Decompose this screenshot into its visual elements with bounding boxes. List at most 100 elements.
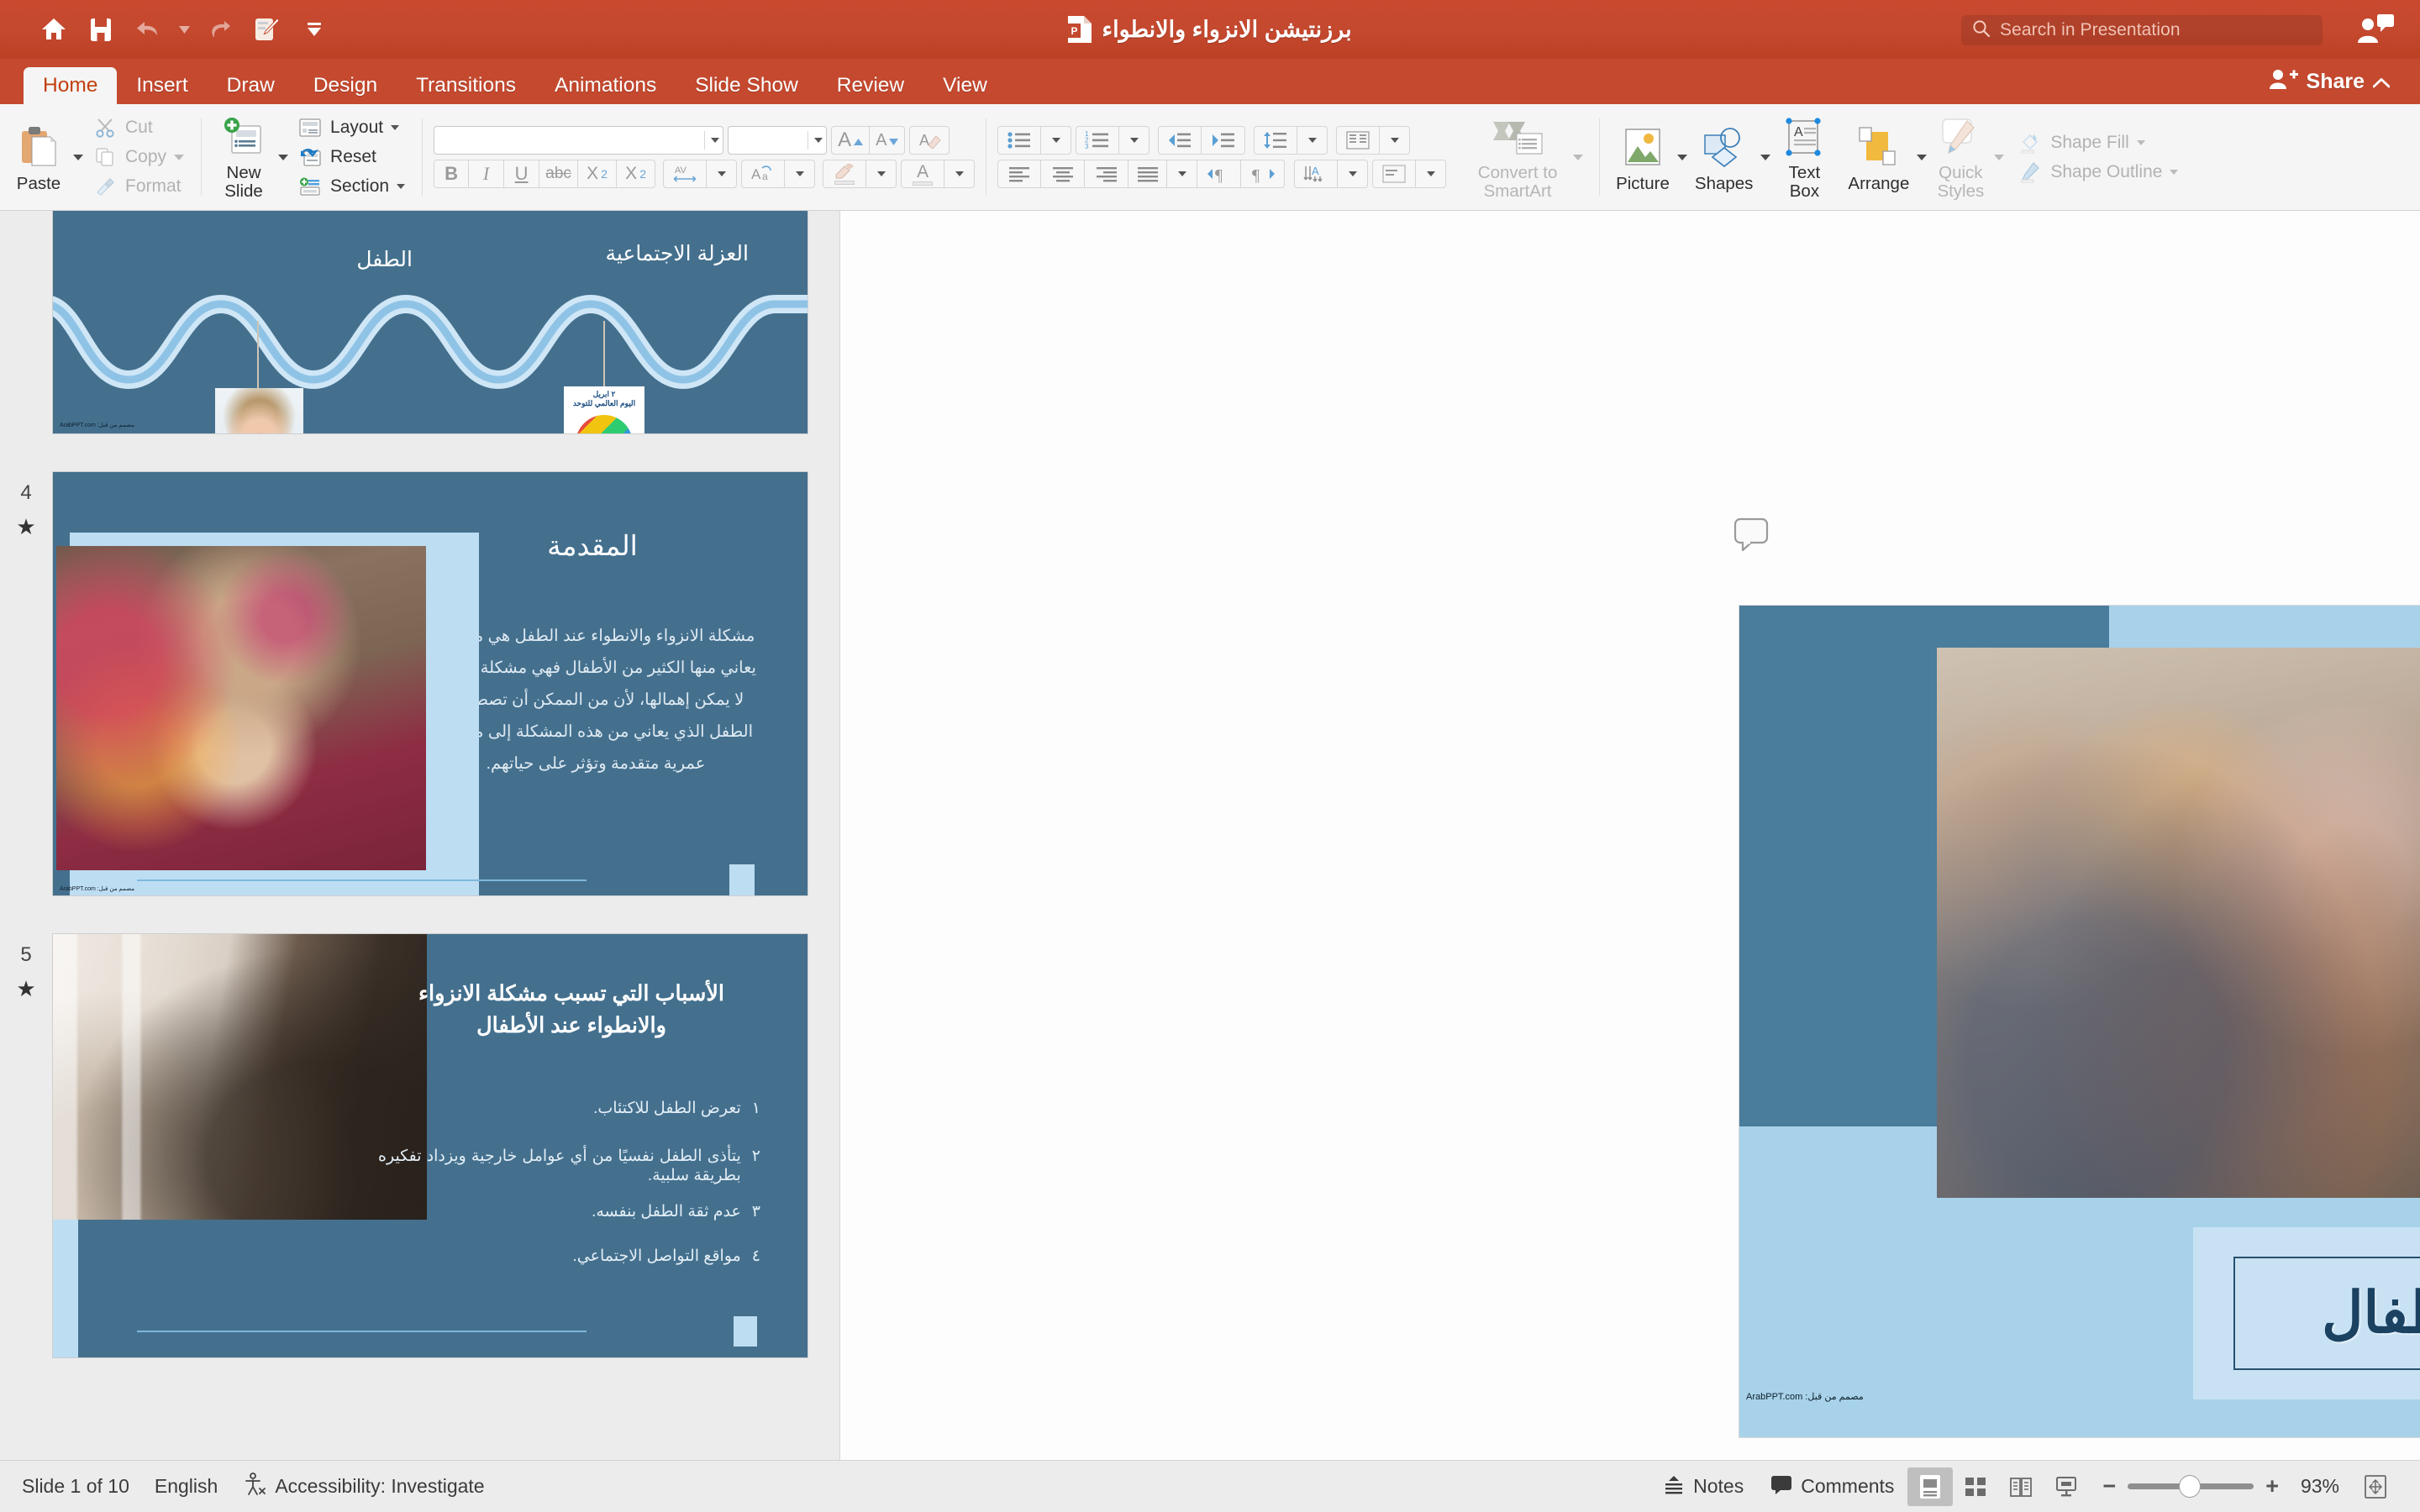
layout-button[interactable]: Layout — [292, 114, 411, 142]
cut-button[interactable]: Cut — [87, 114, 190, 142]
paste-button[interactable]: Paste — [8, 110, 70, 204]
start-inking-icon[interactable] — [245, 8, 289, 50]
shape-outline-button[interactable]: Shape Outline — [2012, 158, 2184, 186]
redo-icon[interactable] — [198, 8, 242, 50]
section-button[interactable]: Section — [292, 173, 411, 201]
smartart-dropdown[interactable] — [1568, 110, 1588, 204]
tab-animations[interactable]: Animations — [535, 67, 676, 104]
numbering-button[interactable]: 123 — [1076, 126, 1120, 155]
comment-icon[interactable] — [1733, 517, 1772, 557]
shape-outline-dropdown-icon[interactable] — [2170, 169, 2179, 175]
change-case-button[interactable]: Aa — [741, 160, 786, 188]
convert-to-smartart-button[interactable]: Convert to SmartArt — [1467, 110, 1568, 204]
copy-dropdown-icon[interactable] — [174, 154, 185, 160]
tab-slide-show[interactable]: Slide Show — [676, 67, 818, 104]
align-left-button[interactable] — [997, 160, 1042, 188]
layout-dropdown-icon[interactable] — [391, 125, 400, 130]
arrange-button[interactable]: Arrange — [1843, 110, 1914, 204]
thumbnail-item-4[interactable]: 4 ★ المقدمة مشكلة الانزواء والانطواء عند… — [0, 471, 839, 896]
line-spacing-button[interactable] — [1254, 126, 1298, 155]
line-spacing-dropdown[interactable] — [1297, 126, 1328, 155]
search-input[interactable]: Search in Presentation — [1961, 15, 2323, 45]
copy-button[interactable]: Copy — [87, 144, 190, 171]
tab-home[interactable]: Home — [24, 67, 118, 104]
strikethrough-button[interactable]: abc — [539, 160, 579, 188]
slide-canvas-pane[interactable]: الانزواء والانطواء عند الاطفال مصمم من ق… — [840, 211, 2420, 1460]
increase-indent-button[interactable] — [1202, 126, 1246, 155]
language-indicator[interactable]: English — [155, 1475, 218, 1498]
rtl-text-direction-button[interactable]: ¶ — [1241, 160, 1286, 188]
text-box-button[interactable]: A Text Box — [1773, 110, 1835, 204]
text-highlight-dropdown[interactable] — [866, 160, 897, 188]
share-people-icon[interactable] — [2358, 13, 2395, 48]
align-center-button[interactable] — [1041, 160, 1086, 188]
columns-button[interactable] — [1336, 126, 1381, 155]
thumbnail-item-5[interactable]: 5 ★ الأسباب التي تسبب مشكلة الانزواء وال… — [0, 933, 839, 1358]
tab-design[interactable]: Design — [294, 67, 397, 104]
change-case-dropdown[interactable] — [785, 160, 816, 188]
font-size-dropdown-icon[interactable] — [814, 138, 823, 143]
save-icon[interactable] — [79, 8, 123, 50]
character-spacing-button[interactable]: AV — [663, 160, 708, 188]
quick-styles-dropdown[interactable] — [1991, 110, 2007, 204]
align-right-button[interactable] — [1085, 160, 1129, 188]
new-slide-dropdown[interactable] — [275, 110, 292, 204]
main-slide-photo[interactable] — [1937, 648, 2420, 1198]
bullets-dropdown[interactable] — [1041, 126, 1072, 155]
zoom-percentage[interactable]: 93% — [2291, 1475, 2339, 1498]
new-slide-button[interactable]: New Slide — [213, 110, 275, 204]
picture-dropdown[interactable] — [1675, 110, 1690, 204]
main-slide-title-box[interactable]: الانزواء والانطواء عند الاطفال — [2193, 1227, 2420, 1399]
tab-insert[interactable]: Insert — [117, 67, 207, 104]
picture-button[interactable]: Picture — [1611, 110, 1675, 204]
italic-button[interactable]: I — [469, 160, 505, 188]
bold-button[interactable]: B — [434, 160, 470, 188]
normal-view-button[interactable] — [1907, 1467, 1954, 1506]
undo-icon[interactable] — [126, 8, 170, 50]
fit-to-window-button[interactable] — [2353, 1467, 2398, 1506]
character-spacing-dropdown[interactable] — [707, 160, 738, 188]
shapes-dropdown[interactable] — [1758, 110, 1773, 204]
accessibility-status[interactable]: Accessibility: Investigate — [243, 1472, 485, 1501]
bullets-button[interactable] — [997, 126, 1042, 155]
justify-button[interactable] — [1128, 160, 1168, 188]
grow-font-button[interactable]: A — [831, 126, 871, 155]
text-direction-dropdown[interactable] — [1338, 160, 1369, 188]
shrink-font-button[interactable]: A — [870, 126, 906, 155]
zoom-out-button[interactable]: − — [2102, 1475, 2116, 1498]
zoom-slider[interactable] — [2128, 1476, 2254, 1497]
font-name-input[interactable] — [434, 126, 724, 155]
shape-fill-button[interactable]: Shape Fill — [2012, 129, 2184, 156]
slide-indicator[interactable]: Slide 1 of 10 — [22, 1475, 129, 1498]
shapes-button[interactable]: Shapes — [1690, 110, 1759, 204]
section-dropdown-icon[interactable] — [397, 184, 406, 189]
undo-dropdown-icon[interactable] — [173, 8, 195, 50]
ltr-text-direction-button[interactable]: ¶ — [1197, 160, 1242, 188]
clear-formatting-button[interactable]: A — [909, 126, 950, 155]
slide-show-view-button[interactable] — [2044, 1467, 2089, 1506]
justify-dropdown[interactable] — [1167, 160, 1198, 188]
reset-button[interactable]: Reset — [292, 144, 411, 171]
zoom-slider-handle[interactable] — [2180, 1476, 2201, 1497]
subscript-button[interactable]: X2 — [617, 160, 656, 188]
tab-draw[interactable]: Draw — [208, 67, 294, 104]
text-highlight-button[interactable] — [823, 160, 867, 188]
font-color-button[interactable]: A — [901, 160, 945, 188]
zoom-in-button[interactable]: + — [2265, 1475, 2279, 1498]
reading-view-button[interactable] — [1998, 1467, 2044, 1506]
slide-thumbnail-pane[interactable]: العزلة الاجتماعية الطفل ٢ ابريل اليوم الع… — [0, 211, 840, 1460]
shape-fill-dropdown-icon[interactable] — [2136, 139, 2145, 145]
zoom-control[interactable]: − + 93% — [2089, 1475, 2353, 1498]
share-button[interactable]: Share — [2263, 65, 2396, 98]
numbering-dropdown[interactable] — [1119, 126, 1150, 155]
font-color-dropdown[interactable] — [944, 160, 976, 188]
underline-button[interactable]: U — [504, 160, 540, 188]
align-text-dropdown[interactable] — [1416, 160, 1447, 188]
decrease-indent-button[interactable] — [1158, 126, 1202, 155]
customize-quick-access-icon[interactable] — [292, 8, 336, 50]
quick-styles-button[interactable]: Quick Styles — [1929, 110, 1991, 204]
comments-button[interactable]: Comments — [1757, 1467, 1907, 1506]
thumbnail-item-3[interactable]: العزلة الاجتماعية الطفل ٢ ابريل اليوم الع… — [0, 211, 839, 434]
font-name-dropdown-icon[interactable] — [711, 138, 720, 143]
home-icon[interactable] — [32, 8, 76, 50]
